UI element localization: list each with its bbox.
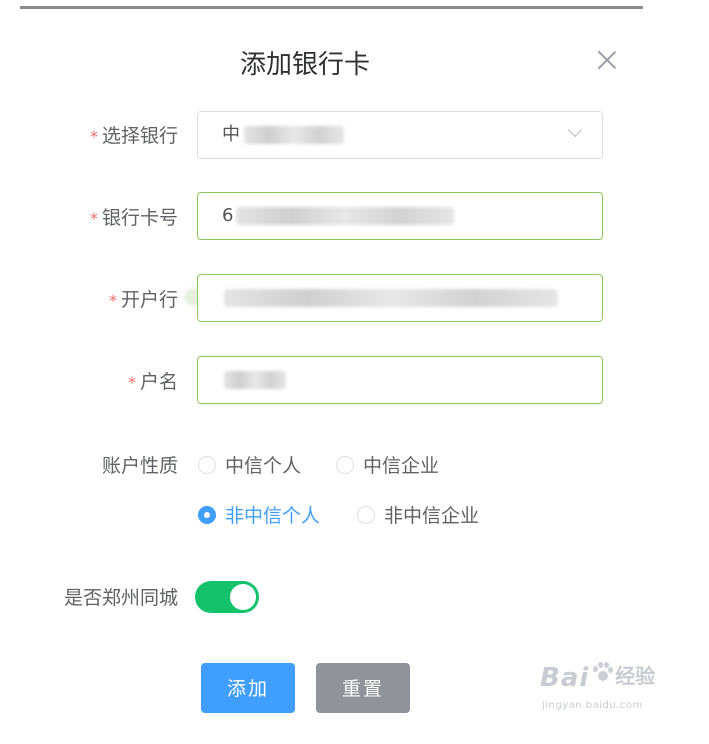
add-button[interactable]: 添加: [201, 663, 295, 713]
close-icon[interactable]: [596, 49, 618, 71]
account-name-label: * 户名: [128, 367, 178, 394]
radio-circle[interactable]: [357, 505, 375, 524]
radio-label: 非中信个人: [225, 505, 321, 527]
radio-citic-enterprise[interactable]: 中信企业: [336, 451, 439, 478]
blurred-text: [236, 207, 454, 225]
dialog-title: 添加银行卡: [239, 50, 370, 80]
required-mark: *: [127, 373, 136, 392]
branch-label: * 开户行: [109, 285, 178, 312]
card-number-value: 6: [222, 205, 234, 226]
blurred-text: [244, 126, 344, 144]
bank-select-label-text: 选择银行: [101, 125, 178, 147]
watermark-brand: Bai: [540, 663, 590, 693]
branch-field[interactable]: [197, 274, 603, 322]
bank-select[interactable]: 中: [197, 111, 603, 159]
toggle-knob[interactable]: [230, 584, 256, 610]
radio-label: 中信企业: [363, 455, 440, 477]
blurred-text: [224, 289, 558, 307]
account-name-label-text: 户名: [139, 371, 178, 393]
radio-label: 非中信企业: [384, 505, 480, 527]
watermark-site: jingyan.baidu.com: [542, 700, 643, 711]
watermark-brand-tail: 经验: [615, 664, 656, 688]
chevron-down-icon[interactable]: [567, 122, 583, 138]
required-mark: *: [89, 209, 98, 228]
card-number-label-text: 银行卡号: [101, 207, 178, 229]
top-divider: [20, 6, 643, 9]
blurred-text: [224, 371, 286, 389]
baidu-jingyan-watermark: Bai 经验 jingyan.baidu.com: [540, 660, 656, 711]
reset-button[interactable]: 重置: [316, 663, 410, 713]
radio-circle[interactable]: [336, 455, 354, 474]
required-mark: *: [89, 127, 98, 146]
radio-circle-checked[interactable]: [198, 505, 216, 524]
radio-non-citic-enterprise[interactable]: 非中信企业: [357, 501, 479, 528]
same-city-toggle[interactable]: [195, 581, 259, 613]
radio-circle[interactable]: [198, 455, 216, 474]
radio-citic-personal[interactable]: 中信个人: [198, 451, 301, 478]
account-type-label: 账户性质: [101, 455, 178, 477]
card-number-field[interactable]: 6: [197, 192, 603, 240]
paw-icon: [592, 662, 613, 682]
required-mark: *: [108, 291, 117, 310]
radio-label: 中信个人: [225, 455, 302, 477]
radio-non-citic-personal[interactable]: 非中信个人: [198, 501, 320, 528]
branch-label-text: 开户行: [120, 289, 178, 311]
bank-select-label: * 选择银行: [90, 121, 178, 148]
same-city-label: 是否郑州同城: [63, 587, 178, 609]
bank-select-value: 中: [222, 124, 240, 145]
card-number-label: * 银行卡号: [90, 203, 178, 230]
account-name-field[interactable]: [197, 356, 603, 404]
